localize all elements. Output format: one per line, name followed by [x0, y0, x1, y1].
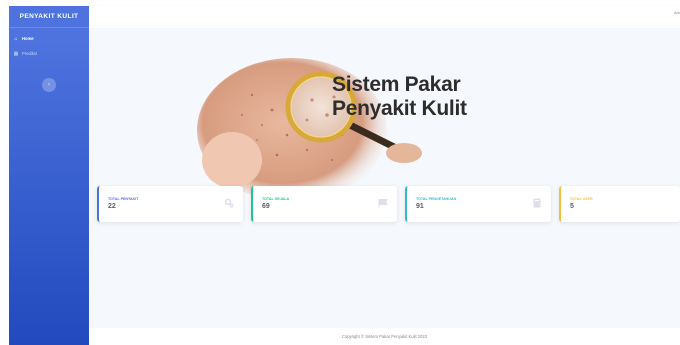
stat-card-total-pengetahuan[interactable]: TOTAL PENGETAHUAN 91 [405, 186, 551, 222]
card-label: TOTAL PENGETAHUAN [416, 197, 457, 201]
sidebar-item-home[interactable]: ⌂ Home [9, 32, 89, 45]
copyright-text: Copyright © Sistem Pakar Penyakit Kulit … [341, 334, 428, 339]
hero-title-line2: Penyakit Kulit [332, 97, 467, 120]
sidebar-item-label: Prediksi [22, 51, 37, 56]
card-value: 22 [108, 203, 116, 210]
sidebar-toggle-button[interactable]: ‹ [42, 78, 56, 92]
chevron-left-icon: ‹ [48, 82, 50, 88]
cogs-icon [224, 198, 234, 208]
sidebar-item-label: Home [22, 36, 34, 41]
flag-icon [378, 199, 388, 208]
home-icon: ⌂ [14, 35, 18, 42]
sidebar-brand[interactable]: PENYAKIT KULIT [9, 6, 89, 28]
stat-card-total-gejala[interactable]: TOTAL GEJALA 69 [251, 186, 397, 222]
stat-card-total-penyakit[interactable]: TOTAL PENYAKIT 22 [97, 186, 243, 222]
table-icon: ▦ [13, 50, 19, 57]
footer: Copyright © Sistem Pakar Penyakit Kulit … [89, 328, 680, 345]
sidebar: PENYAKIT KULIT ⌂ Home ▦ Prediksi ‹ [9, 6, 89, 345]
user-dropdown[interactable]: Admin [674, 10, 680, 16]
hero-title-line1: Sistem Pakar [332, 73, 461, 96]
hero-title: Sistem Pakar Penyakit Kulit [332, 73, 467, 121]
sidebar-item-prediksi[interactable]: ▦ Prediksi [9, 47, 89, 60]
card-value: 91 [416, 203, 424, 210]
card-value: 5 [570, 203, 574, 210]
card-label: TOTAL USER [570, 197, 593, 201]
book-icon [533, 198, 541, 208]
stat-card-total-user[interactable]: TOTAL USER 5 [559, 186, 680, 222]
card-label: TOTAL GEJALA [262, 197, 290, 201]
card-label: TOTAL PENYAKIT [108, 197, 139, 201]
card-value: 69 [262, 203, 270, 210]
